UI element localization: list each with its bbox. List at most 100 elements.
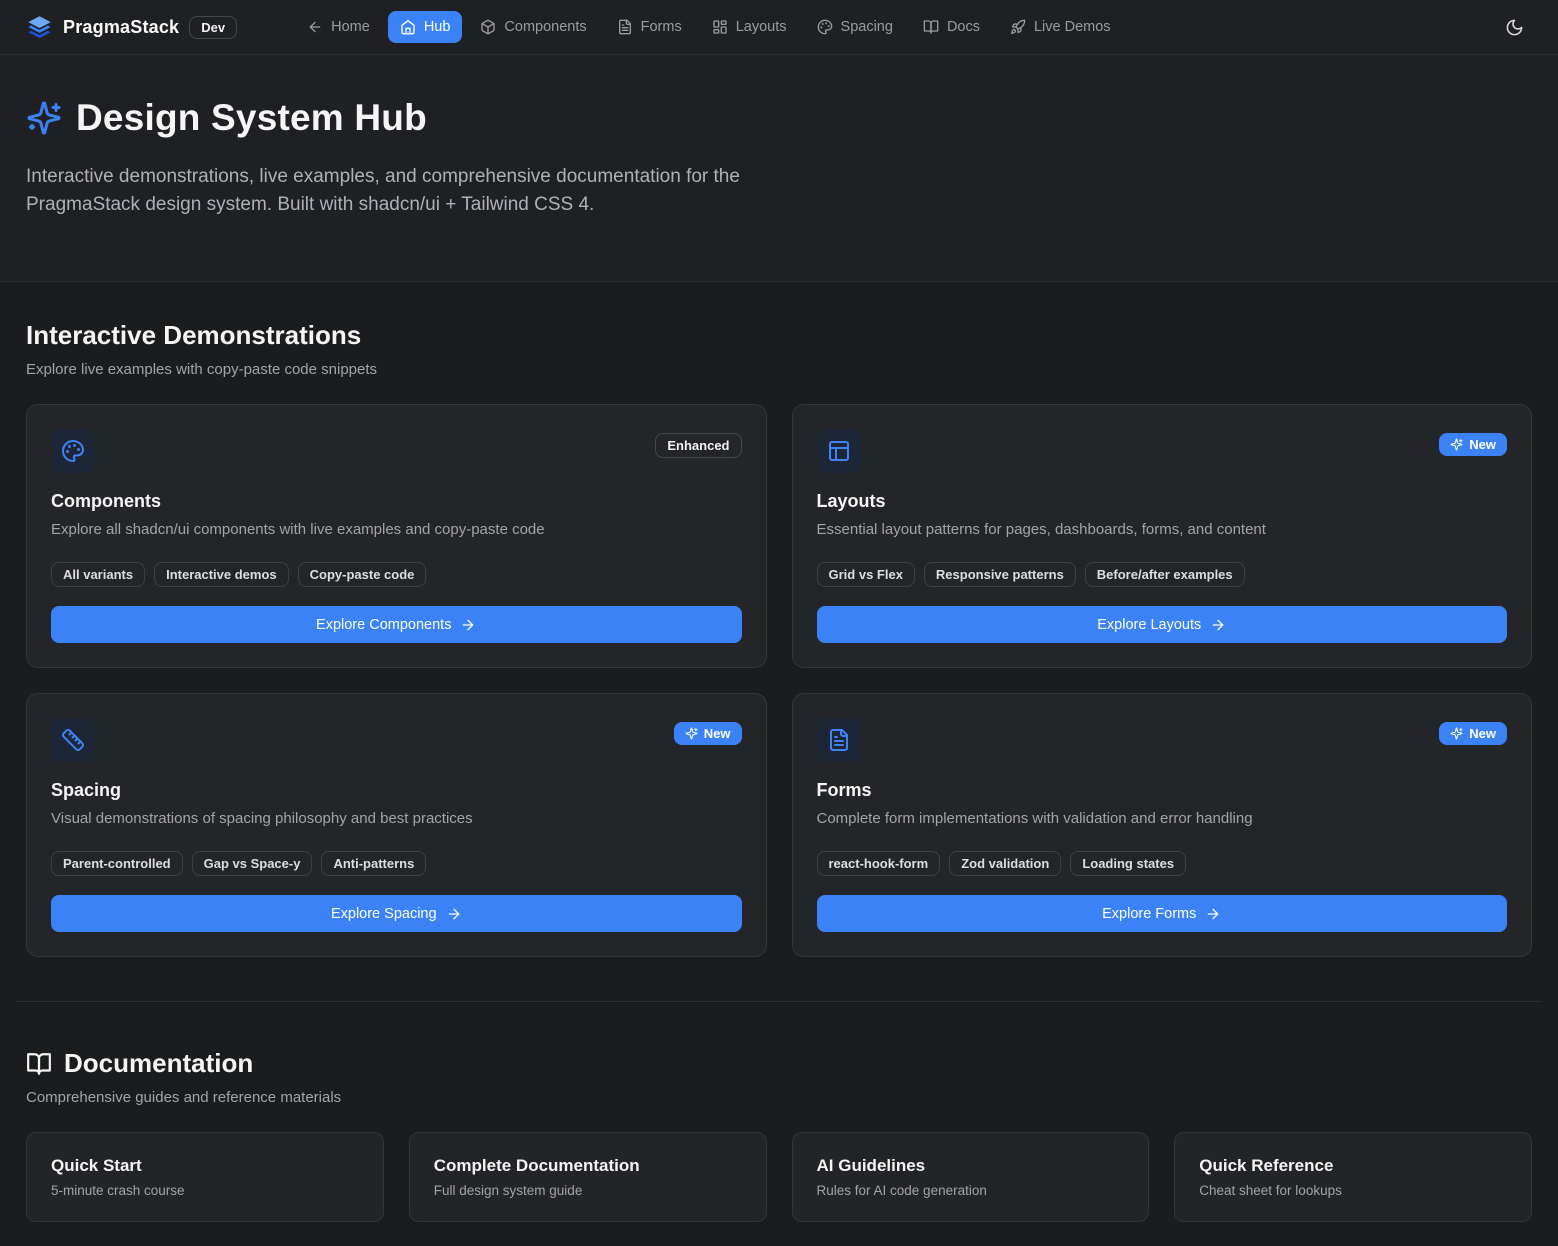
doc-card-description: Cheat sheet for lookups: [1199, 1183, 1507, 1198]
arrow-left-icon: [307, 19, 323, 35]
book-open-icon: [26, 1051, 52, 1077]
arrow-right-icon: [446, 906, 462, 922]
nav-label-home: Home: [331, 19, 370, 35]
demo-card-layouts: New Layouts Essential layout patterns fo…: [792, 404, 1533, 668]
docs-subheading: Comprehensive guides and reference mater…: [26, 1089, 1532, 1106]
brand-name: PragmaStack: [63, 17, 179, 38]
nav-label-docs: Docs: [947, 19, 980, 35]
page-title: Design System Hub: [76, 97, 427, 139]
panels-top-left-icon: [817, 429, 861, 473]
layout-dashboard-icon: [712, 19, 728, 35]
status-badge-new: New: [1439, 433, 1507, 456]
tag: Before/after examples: [1085, 562, 1245, 587]
status-badge-new: New: [674, 722, 742, 745]
nav-item-live-demos[interactable]: Live Demos: [998, 11, 1123, 43]
theme-toggle-button[interactable]: [1497, 10, 1532, 45]
tag: Interactive demos: [154, 562, 289, 587]
sparkles-icon: [1450, 438, 1463, 451]
house-icon: [400, 19, 416, 35]
arrow-right-icon: [1210, 617, 1226, 633]
nav-label-layouts: Layouts: [736, 19, 787, 35]
doc-card-quick-reference[interactable]: Quick Reference Cheat sheet for lookups: [1174, 1132, 1532, 1222]
demos-section: Interactive Demonstrations Explore live …: [26, 282, 1532, 957]
docs-card-grid: Quick Start 5-minute crash course Comple…: [26, 1132, 1532, 1222]
arrow-right-icon: [1205, 906, 1221, 922]
explore-components-button[interactable]: Explore Components: [51, 606, 742, 643]
badge-label: New: [704, 726, 731, 741]
tag: Responsive patterns: [924, 562, 1076, 587]
nav-item-layouts[interactable]: Layouts: [700, 11, 799, 43]
nav-item-home[interactable]: Home: [295, 11, 382, 43]
tag: Copy-paste code: [298, 562, 427, 587]
moon-icon: [1505, 18, 1524, 37]
nav-label-forms: Forms: [641, 19, 682, 35]
main-content: Interactive Demonstrations Explore live …: [0, 282, 1558, 1246]
doc-card-title: Quick Start: [51, 1156, 359, 1176]
ruler-icon: [51, 718, 95, 762]
doc-card-ai-guidelines[interactable]: AI Guidelines Rules for AI code generati…: [792, 1132, 1150, 1222]
doc-card-title: Quick Reference: [1199, 1156, 1507, 1176]
file-text-icon: [617, 19, 633, 35]
nav-label-components: Components: [504, 19, 586, 35]
card-title: Layouts: [817, 491, 1508, 512]
cta-label: Explore Layouts: [1097, 617, 1201, 633]
explore-forms-button[interactable]: Explore Forms: [817, 895, 1508, 932]
tag: Zod validation: [949, 851, 1061, 876]
card-title: Components: [51, 491, 742, 512]
sparkles-icon: [1450, 727, 1463, 740]
env-badge: Dev: [189, 16, 237, 39]
card-description: Complete form implementations with valid…: [817, 810, 1508, 827]
tag: All variants: [51, 562, 145, 587]
demo-card-components: Enhanced Components Explore all shadcn/u…: [26, 404, 767, 668]
badge-label: New: [1469, 726, 1496, 741]
tag-row: All variants Interactive demos Copy-past…: [51, 562, 742, 587]
brand[interactable]: PragmaStack Dev: [26, 14, 237, 41]
documentation-section: Documentation Comprehensive guides and r…: [26, 1002, 1532, 1222]
doc-card-description: Full design system guide: [434, 1183, 742, 1198]
page-subtitle: Interactive demonstrations, live example…: [26, 163, 771, 219]
badge-label: New: [1469, 437, 1496, 452]
explore-spacing-button[interactable]: Explore Spacing: [51, 895, 742, 932]
doc-card-complete-documentation[interactable]: Complete Documentation Full design syste…: [409, 1132, 767, 1222]
demo-card-spacing: New Spacing Visual demonstrations of spa…: [26, 693, 767, 957]
nav-item-components[interactable]: Components: [468, 11, 598, 43]
sparkles-icon: [685, 727, 698, 740]
demos-subheading: Explore live examples with copy-paste co…: [26, 361, 1532, 378]
card-description: Explore all shadcn/ui components with li…: [51, 521, 742, 538]
sparkles-icon: [26, 100, 62, 136]
tag-row: react-hook-form Zod validation Loading s…: [817, 851, 1508, 876]
docs-heading: Documentation: [64, 1048, 253, 1079]
layers-logo-icon: [26, 14, 53, 41]
nav-label-spacing: Spacing: [841, 19, 893, 35]
tag-row: Grid vs Flex Responsive patterns Before/…: [817, 562, 1508, 587]
nav-item-forms[interactable]: Forms: [605, 11, 694, 43]
demos-heading: Interactive Demonstrations: [26, 320, 1532, 351]
demo-card-forms: New Forms Complete form implementations …: [792, 693, 1533, 957]
card-description: Essential layout patterns for pages, das…: [817, 521, 1508, 538]
doc-card-description: Rules for AI code generation: [817, 1183, 1125, 1198]
nav-items: Home Hub Components Forms Layouts: [295, 11, 1122, 43]
tag: Gap vs Space-y: [192, 851, 313, 876]
explore-layouts-button[interactable]: Explore Layouts: [817, 606, 1508, 643]
doc-card-title: AI Guidelines: [817, 1156, 1125, 1176]
arrow-right-icon: [460, 617, 476, 633]
tag-row: Parent-controlled Gap vs Space-y Anti-pa…: [51, 851, 742, 876]
nav-item-docs[interactable]: Docs: [911, 11, 992, 43]
hero-section: Design System Hub Interactive demonstrat…: [0, 55, 1558, 282]
nav-label-hub: Hub: [424, 19, 451, 35]
card-title: Forms: [817, 780, 1508, 801]
nav-item-spacing[interactable]: Spacing: [805, 11, 905, 43]
cta-label: Explore Spacing: [331, 906, 437, 922]
palette-icon: [817, 19, 833, 35]
tag: Grid vs Flex: [817, 562, 915, 587]
book-open-icon: [923, 19, 939, 35]
palette-icon: [51, 429, 95, 473]
nav-item-hub[interactable]: Hub: [388, 11, 463, 43]
doc-card-description: 5-minute crash course: [51, 1183, 359, 1198]
doc-card-quick-start[interactable]: Quick Start 5-minute crash course: [26, 1132, 384, 1222]
tag: Anti-patterns: [321, 851, 426, 876]
tag: Loading states: [1070, 851, 1186, 876]
nav-label-live-demos: Live Demos: [1034, 19, 1111, 35]
status-badge-new: New: [1439, 722, 1507, 745]
package-icon: [480, 19, 496, 35]
